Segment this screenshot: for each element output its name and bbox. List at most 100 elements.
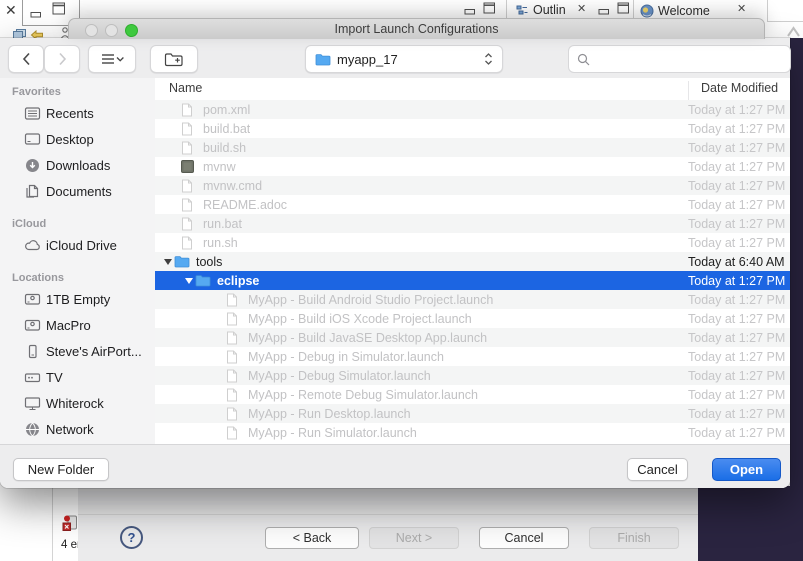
file-name: MyApp - Build JavaSE Desktop App.launch <box>248 330 488 345</box>
maximize-icon[interactable] <box>617 1 630 19</box>
file-row-build-sh[interactable]: build.sh Today at 1:27 PM <box>155 138 790 157</box>
import-wizard-footer: ? < Back Next > Cancel Finish <box>78 487 698 561</box>
file-row-myapp-build-javase-desktop-app-launch[interactable]: MyApp - Build JavaSE Desktop App.launch T… <box>155 328 790 347</box>
wizard-separator <box>78 514 698 515</box>
sidebar-item-label: Steve's AirPort... <box>46 343 142 359</box>
date-modified: Today at 1:27 PM <box>688 387 786 402</box>
file-row-mvnw[interactable]: mvnw Today at 1:27 PM <box>155 157 790 176</box>
file-name: eclipse <box>217 273 260 288</box>
file-row-run-sh[interactable]: run.sh Today at 1:27 PM <box>155 233 790 252</box>
cancel-button[interactable]: Cancel <box>479 527 569 549</box>
search-input[interactable] <box>595 48 790 70</box>
file-row-readme-adoc[interactable]: README.adoc Today at 1:27 PM <box>155 195 790 214</box>
sidebar-item-steve-s-airport[interactable]: Steve's AirPort... <box>0 338 155 364</box>
next-button[interactable]: Next > <box>369 527 459 549</box>
file-name: MyApp - Remote Debug Simulator.launch <box>248 387 478 402</box>
error-count-label: 4 er <box>61 539 78 551</box>
date-modified: Today at 1:27 PM <box>688 235 786 250</box>
tab-welcome[interactable]: Welcome <box>658 4 710 18</box>
sidebar-item-downloads[interactable]: Downloads <box>0 152 155 178</box>
file-row-myapp-remote-debug-simulator-launch[interactable]: MyApp - Remote Debug Simulator.launch Tod… <box>155 385 790 404</box>
file-name: run.bat <box>203 216 242 231</box>
drive-icon <box>24 318 46 333</box>
disclosure-triangle-icon[interactable] <box>162 258 174 265</box>
file-row-build-bat[interactable]: build.bat Today at 1:27 PM <box>155 119 790 138</box>
globe-icon <box>24 422 46 437</box>
sidebar-item-label: Desktop <box>46 131 94 147</box>
file-row-myapp-debug-simulator-launch[interactable]: MyApp - Debug Simulator.launch Today at 1… <box>155 366 790 385</box>
sidebar-section-favorites: Favorites <box>12 86 61 98</box>
date-modified: Today at 1:27 PM <box>688 102 786 117</box>
sidebar-item-desktop[interactable]: Desktop <box>0 126 155 152</box>
error-log-icon[interactable] <box>62 514 78 537</box>
sidebar-item-label: MacPro <box>46 317 91 333</box>
file-row-pom-xml[interactable]: pom.xml Today at 1:27 PM <box>155 100 790 119</box>
search-icon <box>577 53 590 66</box>
eclipse-dark-background <box>790 38 803 561</box>
file-row-run-bat[interactable]: run.bat Today at 1:27 PM <box>155 214 790 233</box>
disclosure-triangle-icon[interactable] <box>183 277 195 284</box>
search-field[interactable] <box>568 45 791 73</box>
date-modified: Today at 1:27 PM <box>688 159 786 174</box>
close-tab-icon[interactable]: ✕ <box>737 4 746 15</box>
file-row-myapp-build-ios-xcode-project-launch[interactable]: MyApp - Build iOS Xcode Project.launch To… <box>155 309 790 328</box>
tab-outline[interactable]: Outlin <box>533 3 566 17</box>
maximize-icon[interactable] <box>483 1 496 19</box>
airport-icon <box>24 344 46 359</box>
forward-nav-button[interactable] <box>44 45 80 73</box>
sidebar-item-recents[interactable]: Recents <box>0 100 155 126</box>
file-list-pane: Name Date Modified pom.xml Today at 1:27 … <box>155 78 790 445</box>
cancel-button[interactable]: Cancel <box>627 458 688 481</box>
document-icon <box>226 350 242 364</box>
current-folder-dropdown[interactable]: myapp_17 <box>305 45 503 73</box>
sidebar-item-documents[interactable]: Documents <box>0 178 155 204</box>
file-row-mvnw-cmd[interactable]: mvnw.cmd Today at 1:27 PM <box>155 176 790 195</box>
file-row-myapp-run-simulator-launch[interactable]: MyApp - Run Simulator.launch Today at 1:2… <box>155 423 790 442</box>
new-folder-toolbar-button[interactable] <box>150 45 198 73</box>
column-header-name[interactable]: Name <box>169 81 202 95</box>
sidebar-item-label: TV <box>46 369 63 385</box>
desktop-icon <box>24 132 46 146</box>
tab-strip-edge <box>767 21 803 22</box>
back-button[interactable]: < Back <box>265 527 359 549</box>
help-button[interactable]: ? <box>120 526 143 549</box>
date-modified: Today at 1:27 PM <box>688 197 786 212</box>
column-header-date-modified[interactable]: Date Modified <box>688 81 778 100</box>
sidebar-item-macpro[interactable]: MacPro <box>0 312 155 338</box>
file-name: MyApp - Debug in Simulator.launch <box>248 349 444 364</box>
file-row-eclipse[interactable]: eclipse Today at 1:27 PM <box>155 271 790 290</box>
file-name: mvnw.cmd <box>203 178 263 193</box>
maximize-icon[interactable] <box>52 2 66 21</box>
eclipse-dark-background <box>698 486 803 561</box>
file-row-myapp-debug-in-simulator-launch[interactable]: MyApp - Debug in Simulator.launch Today a… <box>155 347 790 366</box>
sidebar-item-label: Recents <box>46 105 94 121</box>
open-button[interactable]: Open <box>712 458 781 481</box>
drive-icon <box>24 292 46 307</box>
minimize-icon[interactable] <box>30 6 42 24</box>
sidebar-section-icloud: iCloud <box>12 218 47 230</box>
sidebar-item-whiterock[interactable]: Whiterock <box>0 390 155 416</box>
date-modified: Today at 1:27 PM <box>688 121 786 136</box>
file-row-myapp-build-android-studio-project-launch[interactable]: MyApp - Build Android Studio Project.lau… <box>155 290 790 309</box>
recents-icon <box>24 106 46 121</box>
finish-button[interactable]: Finish <box>589 527 679 549</box>
tab-divider <box>506 0 507 19</box>
sidebar-item-network[interactable]: Network <box>0 416 155 442</box>
new-folder-button[interactable]: New Folder <box>13 458 109 481</box>
file-row-myapp-run-desktop-launch[interactable]: MyApp - Run Desktop.launch Today at 1:27 … <box>155 404 790 423</box>
screen: ✕ Outlin ✕ Welcome ✕ 4 er ? < Back Next … <box>0 0 803 561</box>
back-nav-button[interactable] <box>8 45 44 73</box>
sidebar-item-icloud-drive[interactable]: iCloud Drive <box>0 232 155 258</box>
file-row-tools[interactable]: tools Today at 6:40 AM <box>155 252 790 271</box>
file-name: tools <box>196 254 223 269</box>
date-modified: Today at 1:27 PM <box>688 273 786 288</box>
close-tab-icon[interactable]: ✕ <box>577 4 586 15</box>
sidebar-item-tv[interactable]: TV <box>0 364 155 390</box>
sidebar-item-label: Whiterock <box>46 395 104 411</box>
file-name: run.sh <box>203 235 238 250</box>
sidebar-item-1tb-empty[interactable]: 1TB Empty <box>0 286 155 312</box>
date-modified: Today at 1:27 PM <box>688 216 786 231</box>
view-menu-button[interactable] <box>88 45 136 73</box>
eclipse-close-icon[interactable]: ✕ <box>5 3 17 17</box>
folder-icon <box>315 53 331 66</box>
